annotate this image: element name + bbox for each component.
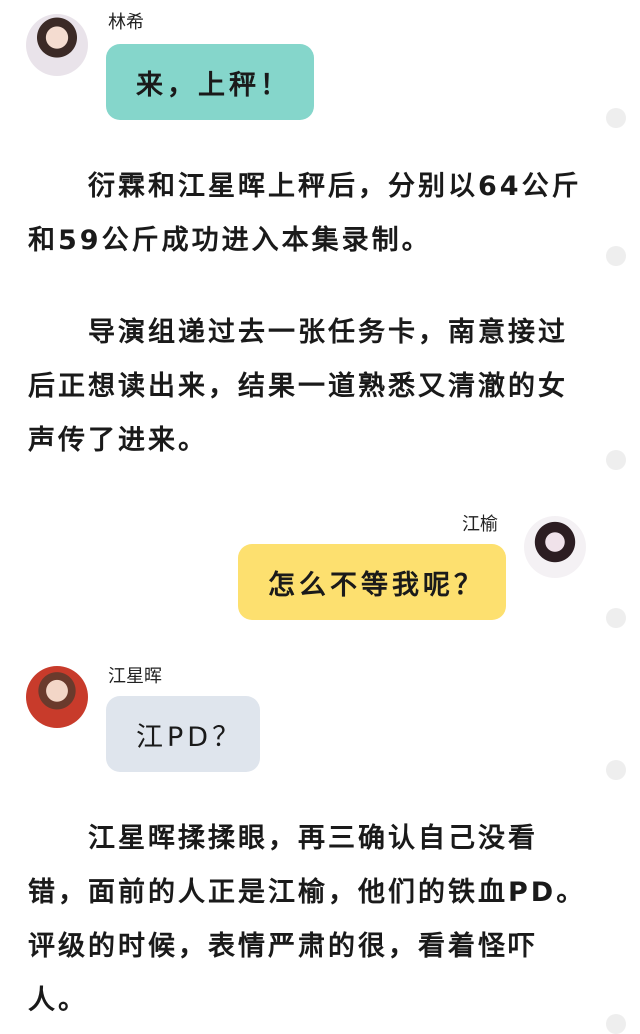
scroll-dot[interactable]	[606, 108, 626, 128]
chat-bubble: 怎么不等我呢？	[238, 544, 506, 620]
speaker-name: 江榆	[462, 514, 498, 535]
scroll-dot[interactable]	[606, 608, 626, 628]
story-paragraph: 衍霖和江星晖上秤后，分别以64公斤和59公斤成功进入本集录制。	[28, 171, 582, 256]
story-paragraph: 导演组递过去一张任务卡，南意接过后正想读出来，结果一道熟悉又清澈的女声传了进来。	[28, 317, 568, 456]
speaker-name: 江星晖	[108, 666, 162, 687]
avatar-jiangxinghui	[26, 666, 88, 728]
chat-bubble: 来，上秤！	[106, 44, 314, 120]
chat-bubble: 江PD？	[106, 696, 260, 772]
story-paragraph: 江星晖揉揉眼，再三确认自己没看错，面前的人正是江榆，他们的铁血PD。评级的时候，…	[28, 823, 587, 1016]
avatar-linxi	[26, 14, 88, 76]
speaker-name: 林希	[108, 12, 144, 33]
scroll-dot[interactable]	[606, 760, 626, 780]
scroll-dot[interactable]	[606, 1014, 626, 1034]
scroll-dot[interactable]	[606, 246, 626, 266]
avatar-jiangyu	[524, 516, 586, 578]
scroll-dot[interactable]	[606, 450, 626, 470]
